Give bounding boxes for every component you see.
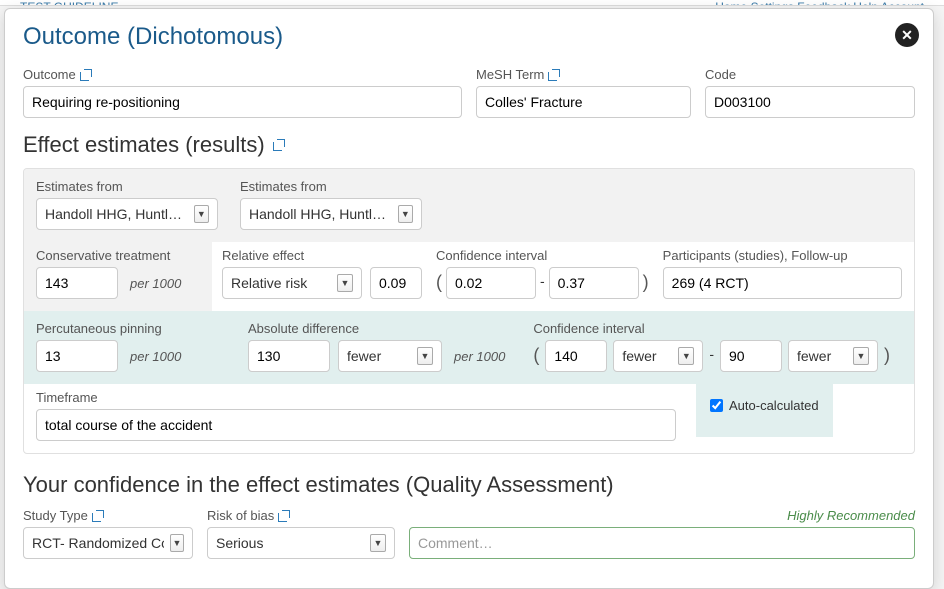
conservative-label: Conservative treatment: [36, 248, 200, 263]
risk-of-bias-label: Risk of bias: [207, 508, 395, 523]
est-from-label-1: Estimates from: [36, 179, 218, 194]
external-link-icon[interactable]: [278, 510, 290, 522]
ci2-label: Confidence interval: [533, 321, 890, 336]
code-label: Code: [705, 67, 915, 82]
percutaneous-input[interactable]: [36, 340, 118, 372]
est-from-select-2[interactable]: Handoll HHG, Huntley J ▼: [240, 198, 422, 230]
chevron-down-icon: ▼: [337, 274, 353, 292]
mesh-input[interactable]: [476, 86, 691, 118]
est-from-select-1[interactable]: Handoll HHG, Huntley J ▼: [36, 198, 218, 230]
dash: -: [540, 273, 545, 293]
dash: -: [709, 346, 714, 366]
close-icon: ✕: [901, 27, 913, 44]
paren-close: ): [643, 272, 649, 295]
ci-label: Confidence interval: [436, 248, 649, 263]
ci2-low-input[interactable]: [545, 340, 607, 372]
ci2-high-dir-select[interactable]: fewer ▼: [788, 340, 878, 372]
paren-open: (: [533, 345, 539, 368]
highly-recommended-label: Highly Recommended: [409, 508, 915, 523]
chevron-down-icon: ▼: [853, 347, 869, 365]
code-input[interactable]: [705, 86, 915, 118]
study-type-label: Study Type: [23, 508, 193, 523]
timeframe-label: Timeframe: [36, 390, 676, 405]
percutaneous-label: Percutaneous pinning: [36, 321, 212, 336]
chevron-down-icon: ▼: [194, 205, 209, 223]
outcome-modal: ✕ Outcome (Dichotomous) Outcome MeSH Ter…: [4, 8, 934, 589]
chevron-down-icon: ▼: [170, 534, 184, 552]
background-topbar: TEST GUIDELINE Home Settings Feedback He…: [0, 0, 944, 6]
chevron-down-icon: ▼: [678, 347, 694, 365]
outcome-label: Outcome: [23, 67, 462, 82]
outcome-input[interactable]: [23, 86, 462, 118]
chevron-down-icon: ▼: [370, 534, 386, 552]
close-button[interactable]: ✕: [895, 23, 919, 47]
paren-close: ): [884, 345, 890, 368]
auto-calc-label: Auto-calculated: [729, 398, 819, 413]
effects-heading: Effect estimates (results): [23, 132, 915, 158]
paren-open: (: [436, 272, 442, 295]
est-from-label-2: Estimates from: [240, 179, 422, 194]
external-link-icon[interactable]: [548, 69, 560, 81]
risk-of-bias-select[interactable]: Serious ▼: [207, 527, 395, 559]
absdiff-label: Absolute difference: [248, 321, 505, 336]
absdiff-dir-select[interactable]: fewer ▼: [338, 340, 442, 372]
relative-effect-label: Relative effect: [222, 248, 422, 263]
per1000-label: per 1000: [454, 349, 505, 364]
chevron-down-icon: ▼: [398, 205, 413, 223]
per1000-label: per 1000: [130, 349, 181, 364]
mesh-label: MeSH Term: [476, 67, 691, 82]
study-type-select[interactable]: RCT- Randomized Contr ▼: [23, 527, 193, 559]
external-link-icon[interactable]: [80, 69, 92, 81]
relative-effect-type-select[interactable]: Relative risk ▼: [222, 267, 362, 299]
quality-heading: Your confidence in the effect estimates …: [23, 472, 915, 498]
external-link-icon[interactable]: [92, 510, 104, 522]
ci-low-input[interactable]: [446, 267, 536, 299]
per1000-label: per 1000: [130, 276, 181, 291]
modal-title: Outcome (Dichotomous): [5, 9, 933, 57]
timeframe-input[interactable]: [36, 409, 676, 441]
auto-calc-input[interactable]: [710, 399, 723, 412]
ci2-low-dir-select[interactable]: fewer ▼: [613, 340, 703, 372]
auto-calc-checkbox[interactable]: Auto-calculated: [710, 398, 819, 413]
conservative-input[interactable]: [36, 267, 118, 299]
relative-effect-value-input[interactable]: [370, 267, 422, 299]
ci2-high-input[interactable]: [720, 340, 782, 372]
risk-comment-input[interactable]: [409, 527, 915, 559]
participants-label: Participants (studies), Follow-up: [663, 248, 902, 263]
effects-table: Estimates from Handoll HHG, Huntley J ▼ …: [23, 168, 915, 454]
chevron-down-icon: ▼: [417, 347, 433, 365]
participants-input[interactable]: [663, 267, 902, 299]
external-link-icon[interactable]: [273, 139, 285, 151]
absdiff-input[interactable]: [248, 340, 330, 372]
ci-high-input[interactable]: [549, 267, 639, 299]
